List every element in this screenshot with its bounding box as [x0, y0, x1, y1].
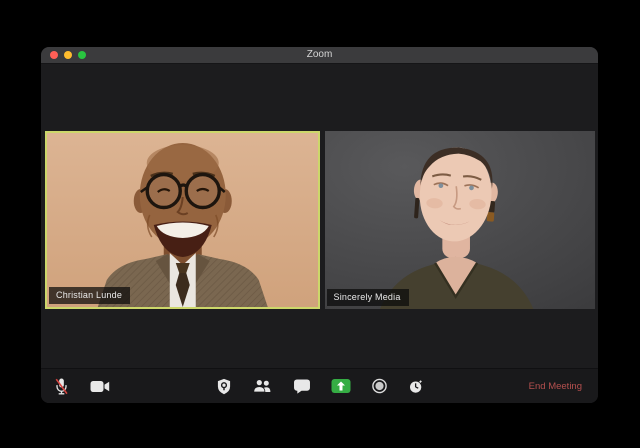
record-button[interactable] [371, 378, 387, 394]
close-button[interactable] [50, 51, 58, 59]
zoom-window: Zoom Christian Lunde Sincerely Media End… [41, 47, 598, 403]
traffic-lights [50, 47, 86, 63]
toolbar-left-group [54, 369, 110, 403]
participant-name-label: Sincerely Media [326, 289, 409, 306]
window-title: Zoom [306, 49, 333, 60]
window-titlebar: Zoom [41, 47, 598, 64]
share-arrow-up-icon [336, 381, 345, 391]
record-icon [371, 378, 387, 394]
clock-icon [409, 379, 422, 393]
video-camera-icon [90, 380, 110, 392]
video-tile-christian-lunde[interactable]: Christian Lunde [45, 131, 320, 309]
participants-icon [252, 379, 270, 393]
video-tile-sincerely-media[interactable]: Sincerely Media [324, 131, 595, 309]
share-screen-button[interactable] [331, 379, 350, 393]
chat-button[interactable] [293, 378, 310, 394]
chat-icon [293, 378, 310, 394]
sincerely-media-video [324, 131, 595, 309]
security-shield-icon [217, 378, 230, 394]
meeting-toolbar: End Meeting [41, 368, 598, 403]
end-meeting-button[interactable]: End Meeting [523, 369, 588, 403]
video-grid: Christian Lunde Sincerely Media [45, 131, 595, 309]
participants-button[interactable] [252, 379, 272, 393]
fullscreen-button[interactable] [78, 51, 86, 59]
participant-name-label: Christian Lunde [49, 287, 131, 304]
meeting-content: Christian Lunde Sincerely Media [41, 64, 598, 368]
minimize-button[interactable] [64, 51, 72, 59]
start-video-button[interactable] [90, 380, 110, 393]
toolbar-center-group [216, 369, 423, 403]
security-button[interactable] [216, 378, 231, 395]
microphone-muted-icon [55, 378, 68, 394]
desktop: { "window": { "title": "Zoom", "traffic_… [0, 0, 640, 448]
christian-lunde-video [47, 133, 318, 307]
share-screen-chip [331, 379, 350, 393]
clock-button[interactable] [408, 379, 423, 394]
mute-button[interactable] [54, 377, 69, 396]
